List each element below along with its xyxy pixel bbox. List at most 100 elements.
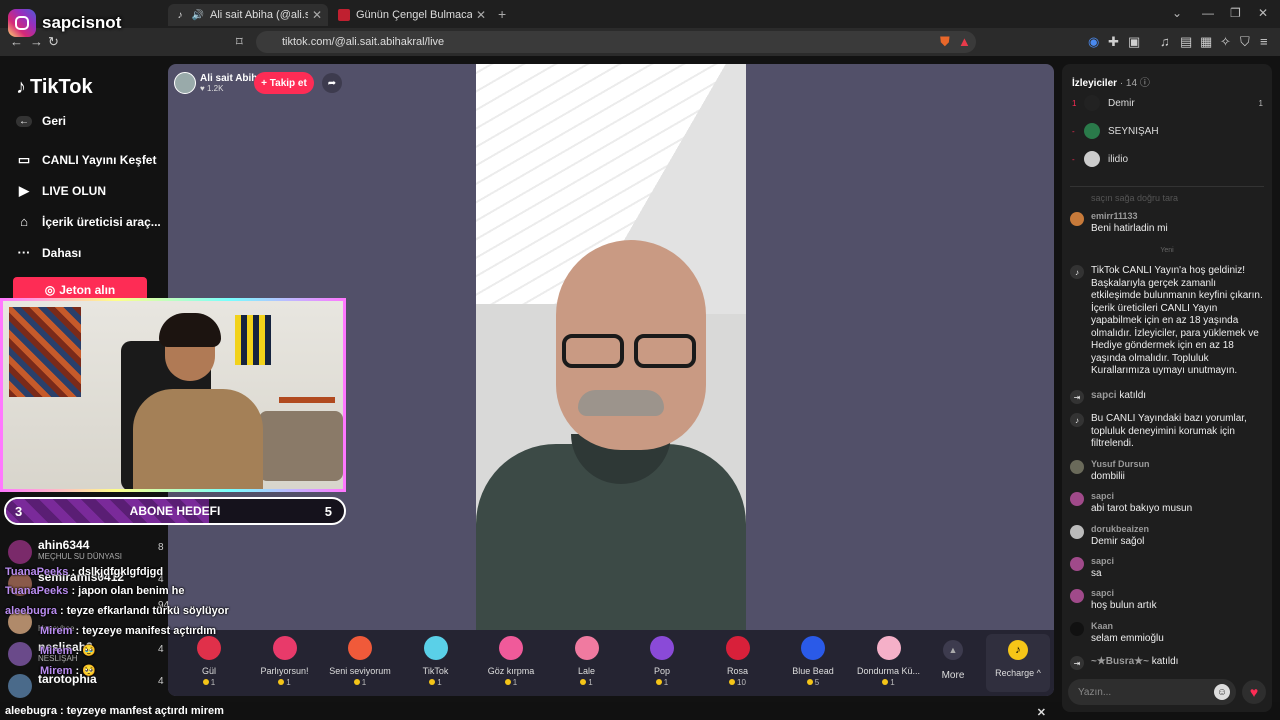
- more-dots-icon: ···: [17, 245, 31, 260]
- audio-icon[interactable]: ◉: [1088, 34, 1099, 50]
- tiktok-note-icon: ♪: [16, 76, 26, 98]
- close-window-icon[interactable]: ✕: [1258, 6, 1268, 20]
- video-player[interactable]: [476, 64, 746, 630]
- viewer-name: ilidio: [1108, 153, 1129, 165]
- heart-icon[interactable]: ♥: [1242, 680, 1266, 704]
- user-avatar[interactable]: [1070, 525, 1084, 539]
- browser-tab-tiktok[interactable]: ♪ 🔊 Ali sait Abiha (@ali.sait.abihal ✕: [168, 4, 328, 26]
- person-glasses: [554, 334, 704, 368]
- chat-text: Beni hatirladin mi: [1091, 223, 1168, 234]
- chat-username[interactable]: Kaan: [1091, 621, 1113, 631]
- viewers-title: İzleyiciler: [1072, 78, 1118, 89]
- overlay-chat-line: aleebugra : teyze efkarlandı türkü söylü…: [5, 605, 229, 617]
- viewer-avatar: [1084, 151, 1100, 167]
- minimize-icon[interactable]: —: [1202, 6, 1214, 20]
- leo-icon[interactable]: ✧: [1220, 34, 1231, 50]
- gift-item[interactable]: Lale 1: [552, 636, 622, 692]
- tab-search-chevron-icon[interactable]: ⌄: [1172, 6, 1182, 20]
- bookmark-icon[interactable]: ⌑: [236, 34, 243, 50]
- chat-username[interactable]: sapci: [1091, 491, 1114, 501]
- gift-name: Parlıyorsun!: [260, 666, 309, 676]
- info-icon[interactable]: ⓘ: [1140, 78, 1150, 89]
- user-avatar[interactable]: [1070, 492, 1084, 506]
- viewer-row[interactable]: 1 Demir 1: [1072, 92, 1267, 114]
- gift-item[interactable]: Parlıyorsun! 1: [250, 636, 320, 692]
- new-tab-icon[interactable]: +: [498, 6, 506, 22]
- coin-icon: ♪: [1008, 640, 1028, 660]
- share-icon[interactable]: ➦: [322, 73, 342, 93]
- close-tab-icon[interactable]: ✕: [476, 8, 486, 22]
- live-tv-icon: ▭: [17, 152, 31, 167]
- gift-item[interactable]: Dondurma Kü... 1: [854, 636, 924, 692]
- gift-item[interactable]: Blue Bead 5: [778, 636, 848, 692]
- chat-username[interactable]: emirr11133: [1091, 211, 1138, 221]
- viewer-row[interactable]: - ilidio: [1072, 148, 1267, 170]
- chat-username[interactable]: ~★Busra★~: [1091, 656, 1149, 667]
- follow-button[interactable]: + Takip et: [254, 72, 314, 94]
- gift-price: 1: [250, 678, 320, 687]
- tiktok-logo[interactable]: ♪ TikTok: [16, 76, 93, 99]
- banner-text: aleebugra : teyzeye manfest açtırdı mire…: [5, 705, 224, 717]
- browser-tab-bulmaca[interactable]: Günün Çengel Bulmacası| HT Bulmac ✕: [332, 4, 492, 26]
- user-avatar[interactable]: [1070, 622, 1084, 636]
- chat-username[interactable]: sapci: [1091, 390, 1117, 401]
- menu-icon[interactable]: ≡: [1260, 34, 1268, 49]
- vpn-icon[interactable]: ⛉: [1240, 34, 1250, 50]
- gift-name: Göz kırpma: [487, 666, 535, 676]
- chat-username[interactable]: sapci: [1091, 588, 1114, 598]
- gift-price: 1: [552, 678, 622, 687]
- emoji-icon[interactable]: ☺: [1214, 684, 1230, 700]
- gift-item[interactable]: TikTok 1: [401, 636, 471, 692]
- extensions-icon[interactable]: ✚: [1108, 34, 1119, 50]
- sidebar-icon[interactable]: ▤: [1180, 34, 1192, 50]
- chat-input[interactable]: Yazın...: [1068, 679, 1236, 705]
- gift-item[interactable]: Göz kırpma 1: [476, 636, 546, 692]
- viewer-rank: -: [1072, 126, 1075, 136]
- ht-favicon-icon: [338, 9, 350, 21]
- chat-text: Bu CANLI Yayındaki bazı yorumlar, toplul…: [1091, 413, 1247, 449]
- user-avatar[interactable]: [1070, 589, 1084, 603]
- user-avatar[interactable]: [1070, 460, 1084, 474]
- sidebar-item-label: Geri: [42, 114, 67, 128]
- viewer-name: Demir: [1108, 97, 1135, 109]
- host-avatar[interactable]: [174, 72, 196, 94]
- speaker-icon[interactable]: 🔊: [192, 9, 204, 21]
- sidebar-item-more[interactable]: ··· Dahası: [16, 245, 82, 260]
- viewer-rank: -: [1072, 154, 1075, 164]
- sidebar-item-go-live[interactable]: ▶ LIVE OLUN: [16, 183, 106, 199]
- table-image: [279, 397, 335, 403]
- gift-price: 1: [476, 678, 546, 687]
- gift-name: TikTok: [422, 666, 449, 676]
- recharge-button[interactable]: ♪ Recharge ^: [986, 634, 1050, 692]
- tiktok-note-icon: ♪: [1070, 413, 1084, 427]
- user-avatar[interactable]: [1070, 557, 1084, 571]
- music-icon[interactable]: ♫: [1160, 34, 1170, 49]
- chat-username[interactable]: dorukbeaizen: [1091, 524, 1149, 534]
- host-info[interactable]: Ali sait Abiha ♥ 1.2K: [174, 72, 263, 94]
- gift-item[interactable]: Rosa 10: [703, 636, 773, 692]
- tiktok-note-icon: ♪: [1070, 265, 1084, 279]
- address-bar[interactable]: tiktok.com/@ali.sait.abihakral/live: [256, 31, 976, 53]
- brave-shield-icon[interactable]: ⛊: [940, 34, 950, 50]
- chat-username[interactable]: sapci: [1091, 556, 1114, 566]
- chat-panel: İzleyiciler · 14 ⓘ 1 Demir 1 - SEYNIŞAH …: [1062, 64, 1272, 712]
- close-tab-icon[interactable]: ✕: [312, 8, 322, 22]
- gift-item[interactable]: Pop 1: [627, 636, 697, 692]
- more-gifts-button[interactable]: ▲ More: [938, 640, 968, 681]
- chat-username[interactable]: Yusuf Dursun: [1091, 459, 1150, 469]
- back-arrow-icon: ←: [16, 115, 32, 127]
- wallet2-icon[interactable]: ▦: [1200, 34, 1212, 50]
- sidebar-item-creator-tools[interactable]: ⌂ İçerik üreticisi araç...: [16, 214, 161, 229]
- brave-rewards-icon[interactable]: ▲: [958, 34, 971, 49]
- user-avatar[interactable]: [1070, 212, 1084, 226]
- gift-item[interactable]: Seni seviyorum 1: [325, 636, 395, 692]
- sidebar-item-explore-live[interactable]: ▭ CANLI Yayını Keşfet: [16, 152, 157, 168]
- close-icon[interactable]: ✕: [1037, 706, 1046, 719]
- sidebar-item-back[interactable]: ← Geri: [16, 114, 66, 128]
- maximize-icon[interactable]: ❐: [1230, 6, 1241, 20]
- wallet-icon[interactable]: ▣: [1128, 34, 1140, 50]
- gift-name: Lale: [577, 666, 595, 676]
- chat-message: Yusuf Dursun dombilii: [1070, 459, 1266, 485]
- viewer-row[interactable]: - SEYNIŞAH: [1072, 120, 1267, 142]
- viewers-header[interactable]: İzleyiciler · 14 ⓘ: [1072, 74, 1150, 89]
